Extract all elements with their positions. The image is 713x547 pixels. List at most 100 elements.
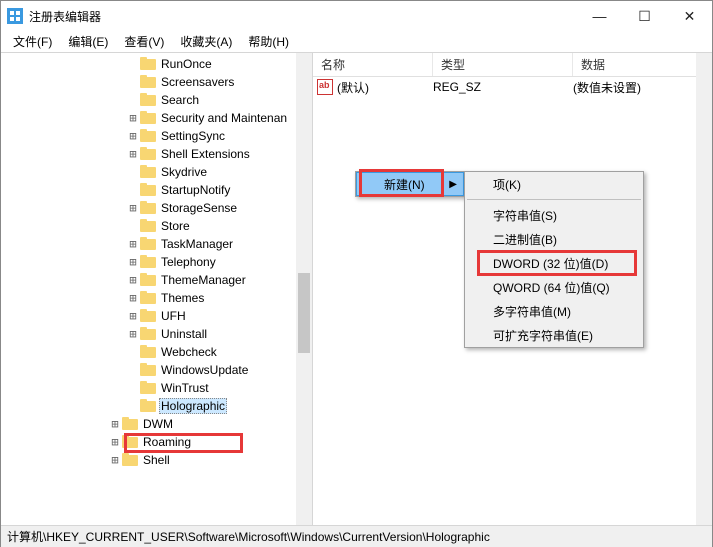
expand-icon[interactable]: ⊞: [127, 111, 139, 125]
tree-item[interactable]: ⊞ Telephony: [1, 253, 312, 271]
tree-item[interactable]: ⊞ Shell: [1, 451, 312, 469]
tree-label: Roaming: [141, 435, 193, 449]
folder-icon: [140, 57, 156, 71]
tree-label: Telephony: [159, 255, 218, 269]
tree-item[interactable]: ⊞Themes: [1, 289, 312, 307]
menu-edit[interactable]: 编辑(E): [62, 31, 114, 52]
tree-item[interactable]: ⊞ DWM: [1, 415, 312, 433]
values-pane: 名称 类型 数据 ab (默认) REG_SZ (数值未设置) 新建(N) ▶ …: [313, 53, 712, 525]
menu-view[interactable]: 查看(V): [118, 31, 170, 52]
expand-icon[interactable]: ⊞: [127, 309, 139, 323]
tree-label: DWM: [141, 417, 175, 431]
tree-label: RunOnce: [159, 57, 214, 71]
context-menu: 新建(N) ▶ 项(K) 字符串值(S) 二进制值(B) DWORD (32 位…: [355, 171, 465, 197]
tree-label: StartupNotify: [159, 183, 232, 197]
expand-icon[interactable]: ⊞: [109, 435, 121, 449]
tree-item[interactable]: ⊞ UFH: [1, 307, 312, 325]
expand-icon[interactable]: ⊞: [127, 273, 139, 287]
ctx-expand[interactable]: 可扩充字符串值(E): [465, 323, 643, 347]
tree-label: Screensavers: [159, 75, 236, 89]
value-type: REG_SZ: [433, 80, 573, 94]
tree-label: UFH: [159, 309, 188, 323]
menu-help[interactable]: 帮助(H): [242, 31, 295, 52]
tree-item[interactable]: ⊞ TaskManager: [1, 235, 312, 253]
folder-icon: [140, 237, 156, 251]
tree-item[interactable]: Webcheck: [1, 343, 312, 361]
tree-item[interactable]: Search: [1, 91, 312, 109]
folder-icon: [140, 183, 156, 197]
col-header-data[interactable]: 数据: [573, 53, 712, 76]
tree-item[interactable]: ⊞ Roaming: [1, 433, 312, 451]
tree-label: WinTrust: [159, 381, 211, 395]
expand-icon[interactable]: ⊞: [127, 237, 139, 251]
tree-label: TaskManager: [159, 237, 235, 251]
folder-icon: [140, 399, 156, 413]
expand-icon[interactable]: ⊞: [127, 327, 139, 341]
expand-icon[interactable]: ⊞: [127, 255, 139, 269]
values-scrollbar[interactable]: [696, 53, 712, 525]
ctx-multi[interactable]: 多字符串值(M): [465, 299, 643, 323]
reg-sz-icon: ab: [317, 79, 333, 95]
ctx-string[interactable]: 字符串值(S): [465, 203, 643, 227]
expand-icon[interactable]: ⊞: [109, 417, 121, 431]
tree-item[interactable]: Store: [1, 217, 312, 235]
chevron-right-icon: ▶: [449, 179, 457, 190]
tree-item[interactable]: Skydrive: [1, 163, 312, 181]
tree-item[interactable]: ⊞ SettingSync: [1, 127, 312, 145]
folder-icon: [140, 255, 156, 269]
ctx-dword[interactable]: DWORD (32 位)值(D): [465, 251, 643, 275]
separator: [467, 199, 641, 200]
tree-scrollbar[interactable]: [296, 53, 312, 525]
tree-label: Skydrive: [159, 165, 209, 179]
folder-icon: [140, 327, 156, 341]
folder-icon: [140, 381, 156, 395]
window-title: 注册表编辑器: [29, 8, 577, 25]
ctx-binary[interactable]: 二进制值(B): [465, 227, 643, 251]
folder-icon: [122, 453, 138, 467]
folder-icon: [122, 417, 138, 431]
tree-label: Shell: [141, 453, 172, 467]
ctx-key[interactable]: 项(K): [465, 172, 643, 196]
status-path: 计算机\HKEY_CURRENT_USER\Software\Microsoft…: [7, 528, 490, 545]
folder-icon: [140, 165, 156, 179]
expand-icon[interactable]: ⊞: [127, 201, 139, 215]
expand-icon[interactable]: ⊞: [127, 291, 139, 305]
folder-icon: [140, 363, 156, 377]
folder-icon: [140, 273, 156, 287]
col-header-type[interactable]: 类型: [433, 53, 573, 76]
tree-item[interactable]: ⊞Shell Extensions: [1, 145, 312, 163]
tree-item[interactable]: WindowsUpdate: [1, 361, 312, 379]
expand-icon[interactable]: ⊞: [127, 147, 139, 161]
maximize-button[interactable]: ☐: [622, 1, 667, 31]
tree-item[interactable]: RunOnce: [1, 55, 312, 73]
tree-item[interactable]: ⊞Uninstall: [1, 325, 312, 343]
value-name: (默认): [337, 79, 369, 96]
registry-tree[interactable]: RunOnce Screensavers Search⊞Security and M…: [1, 53, 312, 469]
folder-icon: [140, 93, 156, 107]
tree-item[interactable]: Screensavers: [1, 73, 312, 91]
tree-label: Webcheck: [159, 345, 219, 359]
folder-icon: [140, 201, 156, 215]
tree-item[interactable]: WinTrust: [1, 379, 312, 397]
tree-item[interactable]: ⊞ThemeManager: [1, 271, 312, 289]
tree-label: SettingSync: [159, 129, 227, 143]
expand-icon[interactable]: ⊞: [109, 453, 121, 467]
ctx-qword[interactable]: QWORD (64 位)值(Q): [465, 275, 643, 299]
tree-item[interactable]: ⊞Security and Maintenan: [1, 109, 312, 127]
value-data: (数值未设置): [573, 79, 712, 96]
tree-pane: RunOnce Screensavers Search⊞Security and M…: [1, 53, 313, 525]
minimize-button[interactable]: —: [577, 1, 622, 31]
folder-icon: [140, 309, 156, 323]
list-row[interactable]: ab (默认) REG_SZ (数值未设置): [313, 77, 712, 97]
tree-item[interactable]: ⊞StorageSense: [1, 199, 312, 217]
content-area: RunOnce Screensavers Search⊞Security and M…: [1, 53, 712, 525]
col-header-name[interactable]: 名称: [313, 53, 433, 76]
app-icon: [7, 8, 23, 24]
menu-file[interactable]: 文件(F): [7, 31, 58, 52]
expand-icon[interactable]: ⊞: [127, 129, 139, 143]
close-button[interactable]: ✕: [667, 1, 712, 31]
tree-item[interactable]: Holographic: [1, 397, 312, 415]
tree-item[interactable]: StartupNotify: [1, 181, 312, 199]
menu-favorites[interactable]: 收藏夹(A): [174, 31, 238, 52]
ctx-new[interactable]: 新建(N) ▶: [356, 172, 464, 196]
